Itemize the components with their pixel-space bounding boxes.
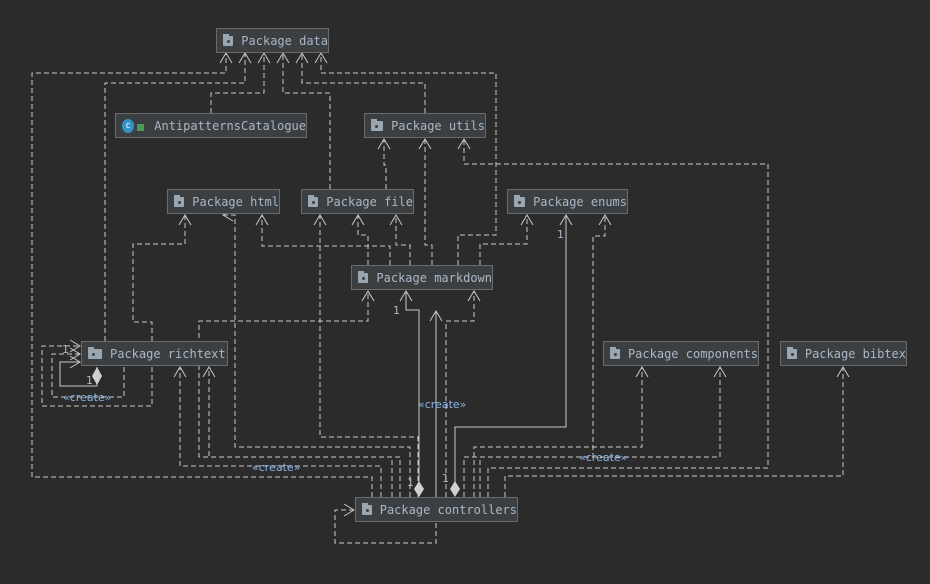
dependency-edge [473, 367, 643, 497]
dependency-edge [132, 215, 186, 341]
node-package-utils[interactable]: Package utils [364, 113, 486, 138]
composition-diamond [414, 481, 424, 497]
public-lock-icon [137, 123, 145, 131]
dependency-edge [479, 215, 528, 265]
composition-edge [454, 215, 567, 490]
folder-icon [362, 502, 372, 515]
composition-diamond [450, 481, 460, 497]
multiplicity-label: 1 [393, 304, 400, 317]
dependency-edge [504, 367, 844, 497]
class-icon: c [122, 118, 135, 133]
dependency-edge [445, 291, 475, 497]
dependency-edge [319, 215, 419, 497]
dependency-edge [479, 367, 721, 497]
node-label: Package utils [391, 118, 485, 133]
node-label: Package bibtex [804, 346, 906, 361]
node-label: AntipatternsCatalogue [154, 118, 306, 133]
node-label: Package controllers [379, 502, 517, 517]
node-label: Package markdown [376, 270, 492, 285]
node-package-file[interactable]: Package file [301, 189, 414, 214]
node-package-components[interactable]: Package components [603, 341, 759, 366]
composition-diamond [92, 367, 102, 385]
folder-icon [223, 33, 234, 46]
create-label: «create» [579, 451, 628, 464]
node-package-markdown[interactable]: Package markdown [351, 265, 493, 290]
dependency-edge [223, 214, 411, 497]
node-package-controllers[interactable]: Package controllers [355, 497, 518, 522]
node-package-bibtex[interactable]: Package bibtex [780, 341, 907, 366]
node-package-enums[interactable]: Package enums [507, 189, 628, 214]
node-package-html[interactable]: Package html [167, 189, 280, 214]
node-antipatterns-catalogue[interactable]: c AntipatternsCatalogue [115, 113, 307, 138]
node-label: Package richtext [110, 346, 226, 361]
node-label: Package file [326, 194, 413, 209]
folder-icon [514, 194, 526, 207]
folder-icon [174, 194, 185, 207]
multiplicity-label: 1 [557, 228, 564, 241]
node-label: Package html [192, 194, 279, 209]
dependency-edge [320, 53, 497, 265]
folder-icon [371, 118, 384, 131]
create-label: «create» [63, 391, 112, 404]
folder-icon [787, 346, 797, 359]
create-label: «create» [252, 461, 301, 474]
folder-icon [88, 346, 102, 359]
multiplicity-label: 1 [442, 472, 449, 485]
node-package-richtext[interactable]: Package richtext [81, 341, 228, 366]
multiplicity-label: 1 [62, 343, 69, 356]
folder-icon [358, 270, 369, 283]
folder-icon [610, 346, 620, 359]
dependency-edge [395, 215, 411, 265]
folder-icon [308, 194, 319, 207]
node-package-data[interactable]: Package data [216, 28, 329, 53]
node-label: Package enums [533, 194, 627, 209]
dependency-edge [261, 215, 391, 265]
dependency-edge [383, 139, 387, 189]
dependency-edge [301, 53, 426, 113]
multiplicity-label: 1 [86, 374, 93, 387]
composition-edge [405, 291, 420, 490]
create-label: «create» [418, 398, 467, 411]
multiplicity-label: 1 [407, 476, 414, 489]
node-label: Package components [627, 346, 758, 361]
node-label: Package data [241, 33, 328, 48]
dependency-edge [424, 139, 433, 265]
